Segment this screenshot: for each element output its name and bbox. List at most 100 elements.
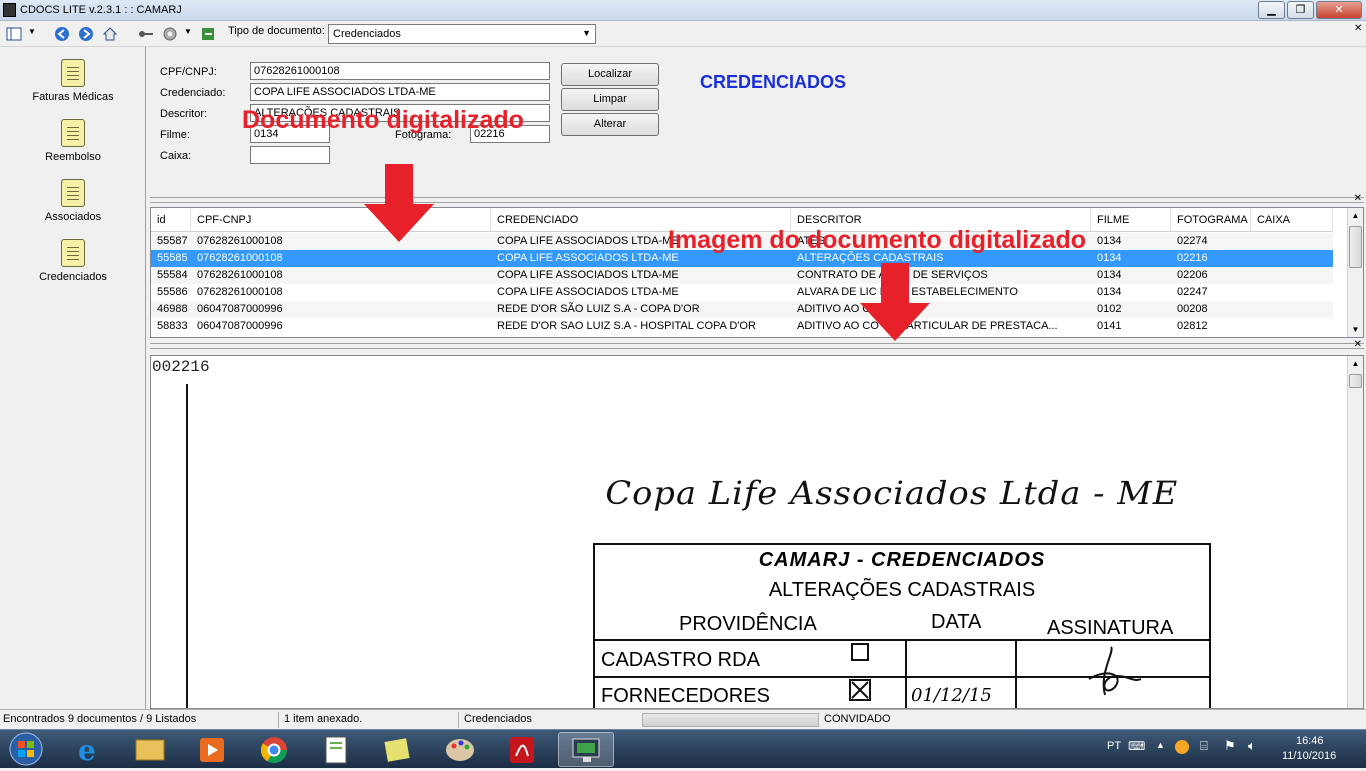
stamp-row-cadastro: CADASTRO RDA <box>601 649 760 671</box>
forward-icon[interactable] <box>78 26 94 42</box>
ie-icon[interactable]: e <box>60 732 116 767</box>
table-scrollbar[interactable]: ▲ ▼ <box>1347 208 1363 337</box>
table-cell: 0134 <box>1097 235 1122 247</box>
document-viewer[interactable]: 002216 Copa Life Associados Ltda - ME CA… <box>150 355 1364 709</box>
gear-icon[interactable] <box>162 26 178 42</box>
stamp-row-fornecedores: FORNECEDORES <box>601 685 770 707</box>
table-row[interactable]: 55586 07628261000108 COPA LIFE ASSOCIADOS … <box>151 284 1333 301</box>
key-icon[interactable] <box>138 26 154 42</box>
column-header[interactable]: id <box>151 208 191 232</box>
table-cell: 00208 <box>1177 303 1208 315</box>
taskbar: e PT ⌨ ▲ ⌸ ⚑ 🔈︎ 16:46 11/10/2016 <box>0 729 1366 768</box>
sidebar-item-label: Reembolso <box>45 151 101 163</box>
scroll-down-icon[interactable]: ▼ <box>1348 322 1363 337</box>
table-cell: ADITIVO AO C <box>797 303 871 315</box>
sidebar-item-associados[interactable]: Associados <box>0 179 146 223</box>
media-player-icon[interactable] <box>184 732 240 767</box>
volume-icon[interactable]: 🔈︎ <box>1248 738 1256 754</box>
checkbox-empty-icon <box>851 643 869 661</box>
layout-icon[interactable] <box>6 26 22 42</box>
limpar-button[interactable]: Limpar <box>561 88 659 111</box>
splitter[interactable]: ✕ <box>150 193 1364 204</box>
stamp-box: CAMARJ - CREDENCIADOS ALTERAÇÕES CADASTR… <box>593 543 1211 708</box>
table-cell: REDE D'OR SÃO LUIZ S.A - COPA D'OR <box>497 303 700 315</box>
viewer-scrollbar[interactable]: ▲ <box>1347 356 1363 708</box>
chevron-down-icon[interactable]: ▼ <box>184 27 192 36</box>
table-cell: ALVARA DE LIC PARA ESTABELECIMENTO <box>797 286 1018 298</box>
status-separator <box>278 712 279 728</box>
alterar-button[interactable]: Alterar <box>561 113 659 136</box>
scroll-thumb[interactable] <box>1349 374 1362 388</box>
cdocs-app-icon[interactable] <box>558 732 614 767</box>
update-icon[interactable] <box>1175 740 1189 754</box>
close-icon[interactable]: ✕ <box>1354 23 1362 34</box>
show-hidden-icons[interactable]: ▲ <box>1156 740 1165 750</box>
close-icon[interactable]: ✕ <box>1354 339 1362 350</box>
back-icon[interactable] <box>54 26 70 42</box>
table-row[interactable]: 55584 07628261000108 COPA LIFE ASSOCIADOS … <box>151 267 1333 284</box>
caixa-field[interactable] <box>250 146 330 164</box>
notepadpp-icon[interactable] <box>308 732 364 767</box>
cpf-field[interactable]: 07628261000108 <box>250 62 550 80</box>
table-cell: 55585 <box>157 252 188 264</box>
table-row[interactable]: 46988 06047087000996 REDE D'OR SÃO LUIZ S.… <box>151 301 1333 318</box>
sidebar-item-credenciados[interactable]: Credenciados <box>0 239 146 283</box>
flag-icon[interactable]: ⚑ <box>1224 738 1236 754</box>
maximize-button[interactable]: ❐ <box>1287 1 1314 19</box>
table-cell: 55586 <box>157 286 188 298</box>
stamp-col-data: DATA <box>931 611 982 633</box>
chevron-down-icon[interactable]: ▼ <box>28 27 36 36</box>
scroll-up-icon[interactable]: ▲ <box>1348 356 1363 371</box>
clock-date[interactable]: 11/10/2016 <box>1282 750 1336 762</box>
table-cell: 55587 <box>157 235 188 247</box>
acrobat-icon[interactable] <box>494 732 550 767</box>
doc-type-select[interactable]: Credenciados ▼ <box>328 24 596 44</box>
explorer-icon[interactable] <box>122 732 178 767</box>
paint-icon[interactable] <box>432 732 488 767</box>
table-cell: 0134 <box>1097 252 1122 264</box>
table-cell: 0134 <box>1097 286 1122 298</box>
app-icon <box>3 3 16 17</box>
table-cell: 02274 <box>1177 235 1208 247</box>
status-attached: 1 item anexado. <box>284 713 363 725</box>
sticky-notes-icon[interactable] <box>370 732 426 767</box>
column-header[interactable]: FILME <box>1091 208 1171 232</box>
windows-start-icon[interactable] <box>6 732 46 767</box>
exit-icon[interactable] <box>200 26 216 42</box>
splitter[interactable]: ✕ <box>150 339 1364 350</box>
red-arrow-icon <box>364 164 434 242</box>
chrome-icon[interactable] <box>246 732 302 767</box>
minimize-button[interactable]: ▁ <box>1258 1 1285 19</box>
close-button[interactable]: ✕ <box>1316 1 1362 19</box>
table-cell: 02812 <box>1177 320 1208 332</box>
scroll-thumb[interactable] <box>1349 226 1362 268</box>
close-icon[interactable]: ✕ <box>1354 193 1362 204</box>
table-cell: COPA LIFE ASSOCIADOS LTDA-ME <box>497 269 679 281</box>
language-indicator[interactable]: PT <box>1107 740 1121 752</box>
network-icon[interactable]: ⌸ <box>1200 738 1208 754</box>
status-separator <box>458 712 459 728</box>
table-cell: 58833 <box>157 320 188 332</box>
table-cell: 46988 <box>157 303 188 315</box>
handwritten-name: Copa Life Associados Ltda - ME <box>605 474 1179 512</box>
column-header[interactable]: CPF-CNPJ <box>191 208 491 232</box>
table-cell <box>1251 301 1333 318</box>
table-cell: 0102 <box>1097 303 1122 315</box>
scroll-up-icon[interactable]: ▲ <box>1348 208 1363 223</box>
table-row[interactable]: 58833 06047087000996 REDE D'OR SAO LUIZ S.… <box>151 318 1333 335</box>
credenciado-field[interactable]: COPA LIFE ASSOCIADOS LTDA-ME <box>250 83 550 101</box>
table-cell: REDE D'OR SAO LUIZ S.A - HOSPITAL COPA D… <box>497 320 756 332</box>
localizar-button[interactable]: Localizar <box>561 63 659 86</box>
sidebar-item-faturas[interactable]: Faturas Médicas <box>0 59 146 103</box>
sidebar-item-reembolso[interactable]: Reembolso <box>0 119 146 163</box>
home-icon[interactable] <box>102 26 118 42</box>
table-cell: CONTRATO DE AÇÃO DE SERVIÇOS <box>797 269 988 281</box>
column-header[interactable]: CAIXA <box>1251 208 1333 232</box>
doc-type-label: Tipo de documento: <box>228 25 325 37</box>
sidebar-item-label: Faturas Médicas <box>32 91 114 103</box>
clock-time[interactable]: 16:46 <box>1296 735 1324 747</box>
table-cell <box>1251 250 1333 267</box>
column-header[interactable]: FOTOGRAMA <box>1171 208 1251 232</box>
keyboard-icon[interactable]: ⌨ <box>1128 739 1145 753</box>
stamp-col-providencia: PROVIDÊNCIA <box>679 613 817 635</box>
